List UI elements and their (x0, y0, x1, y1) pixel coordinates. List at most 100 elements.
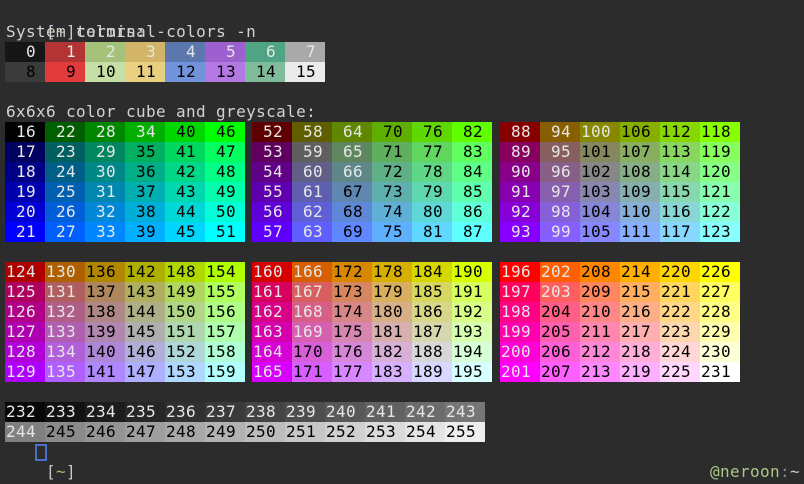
color-cell-225: 225 (660, 362, 700, 382)
color-cell-159: 159 (205, 362, 245, 382)
color-cell-230: 230 (700, 342, 740, 362)
cube-row: 162228344046 (5, 122, 245, 142)
color-cell-58: 58 (292, 122, 332, 142)
color-cell-152: 152 (165, 342, 205, 362)
color-cell-24: 24 (45, 162, 85, 182)
color-cell-111: 111 (620, 222, 660, 242)
color-cell-237: 237 (205, 402, 245, 422)
color-cell-179: 179 (372, 282, 412, 302)
cube-set-lower: 1241301361421481541251311371431491551261… (0, 262, 804, 382)
cube-row: 9298104110116122 (500, 202, 740, 222)
cube-row: 165171177183189195 (252, 362, 492, 382)
cube-row: 212733394551 (5, 222, 245, 242)
color-cell-235: 235 (125, 402, 165, 422)
color-cell-198: 198 (500, 302, 540, 322)
cube-row: 199205211217223229 (500, 322, 740, 342)
color-cell-142: 142 (125, 262, 165, 282)
color-cell-12: 12 (165, 62, 205, 82)
color-cell-103: 103 (580, 182, 620, 202)
color-cell-204: 204 (540, 302, 580, 322)
color-cell-172: 172 (332, 262, 372, 282)
color-cell-89: 89 (500, 142, 540, 162)
color-cell-117: 117 (660, 222, 700, 242)
cube-row: 124130136142148154 (5, 262, 245, 282)
color-cell-73: 73 (372, 182, 412, 202)
color-cell-56: 56 (252, 202, 292, 222)
color-cell-221: 221 (660, 282, 700, 302)
color-cell-138: 138 (85, 302, 125, 322)
color-cell-71: 71 (372, 142, 412, 162)
color-cell-62: 62 (292, 202, 332, 222)
color-cell-165: 165 (252, 362, 292, 382)
color-cell-26: 26 (45, 202, 85, 222)
color-cell-64: 64 (332, 122, 372, 142)
color-cell-0: 0 (5, 42, 45, 62)
color-cell-91: 91 (500, 182, 540, 202)
color-cell-6: 6 (245, 42, 285, 62)
color-cell-232: 232 (5, 402, 45, 422)
cube-row: 576369758187 (252, 222, 492, 242)
color-cell-253: 253 (365, 422, 405, 442)
terminal-window[interactable]: [~]terminal-colors -n System colors: 012… (0, 0, 804, 484)
color-cell-193: 193 (452, 322, 492, 342)
color-cell-54: 54 (252, 162, 292, 182)
color-cell-88: 88 (500, 122, 540, 142)
color-cell-130: 130 (45, 262, 85, 282)
color-cell-63: 63 (292, 222, 332, 242)
color-cell-218: 218 (620, 342, 660, 362)
terminal-cursor[interactable] (35, 444, 47, 461)
cube-row: 129135141147153159 (5, 362, 245, 382)
color-cell-98: 98 (540, 202, 580, 222)
color-cell-223: 223 (660, 322, 700, 342)
color-cell-210: 210 (580, 302, 620, 322)
color-cell-28: 28 (85, 122, 125, 142)
color-cell-5: 5 (205, 42, 245, 62)
color-cell-79: 79 (412, 182, 452, 202)
color-cell-185: 185 (412, 282, 452, 302)
color-cell-194: 194 (452, 342, 492, 362)
color-cell-22: 22 (45, 122, 85, 142)
color-cell-234: 234 (85, 402, 125, 422)
color-cell-15: 15 (285, 62, 325, 82)
color-cell-61: 61 (292, 182, 332, 202)
color-cell-85: 85 (452, 182, 492, 202)
cube-row: 8995101107113119 (500, 142, 740, 162)
cube-row: 161167173179185191 (252, 282, 492, 302)
color-cell-10: 10 (85, 62, 125, 82)
color-cell-153: 153 (165, 362, 205, 382)
color-cell-175: 175 (332, 322, 372, 342)
color-cell-244: 244 (5, 422, 45, 442)
color-cell-206: 206 (540, 342, 580, 362)
color-cell-209: 209 (580, 282, 620, 302)
color-cell-35: 35 (125, 142, 165, 162)
color-cell-217: 217 (620, 322, 660, 342)
color-cell-164: 164 (252, 342, 292, 362)
color-cell-249: 249 (205, 422, 245, 442)
color-cell-95: 95 (540, 142, 580, 162)
color-cell-101: 101 (580, 142, 620, 162)
cube-row: 127133139145151157 (5, 322, 245, 342)
cube-row: 201207213219225231 (500, 362, 740, 382)
color-cell-173: 173 (332, 282, 372, 302)
color-cell-134: 134 (45, 342, 85, 362)
color-cell-4: 4 (165, 42, 205, 62)
cube-block-160-195: 1601661721781841901611671731791851911621… (252, 262, 492, 382)
color-cell-105: 105 (580, 222, 620, 242)
color-cell-2: 2 (85, 42, 125, 62)
color-cell-109: 109 (620, 182, 660, 202)
color-cell-99: 99 (540, 222, 580, 242)
color-cell-197: 197 (500, 282, 540, 302)
color-cell-1: 1 (45, 42, 85, 62)
color-cell-149: 149 (165, 282, 205, 302)
color-cell-107: 107 (620, 142, 660, 162)
color-cell-211: 211 (580, 322, 620, 342)
color-cell-156: 156 (205, 302, 245, 322)
cube-block-88-123: 8894100106112118899510110711311990961021… (500, 122, 740, 242)
color-cell-141: 141 (85, 362, 125, 382)
color-cell-208: 208 (580, 262, 620, 282)
cube-block-196-231: 1962022082142202261972032092152212271982… (500, 262, 740, 382)
color-cell-181: 181 (372, 322, 412, 342)
command-line: [~]terminal-colors -n (6, 2, 256, 22)
cube-row: 546066727884 (252, 162, 492, 182)
prompt-cwd-tilde: ~ (56, 462, 66, 481)
